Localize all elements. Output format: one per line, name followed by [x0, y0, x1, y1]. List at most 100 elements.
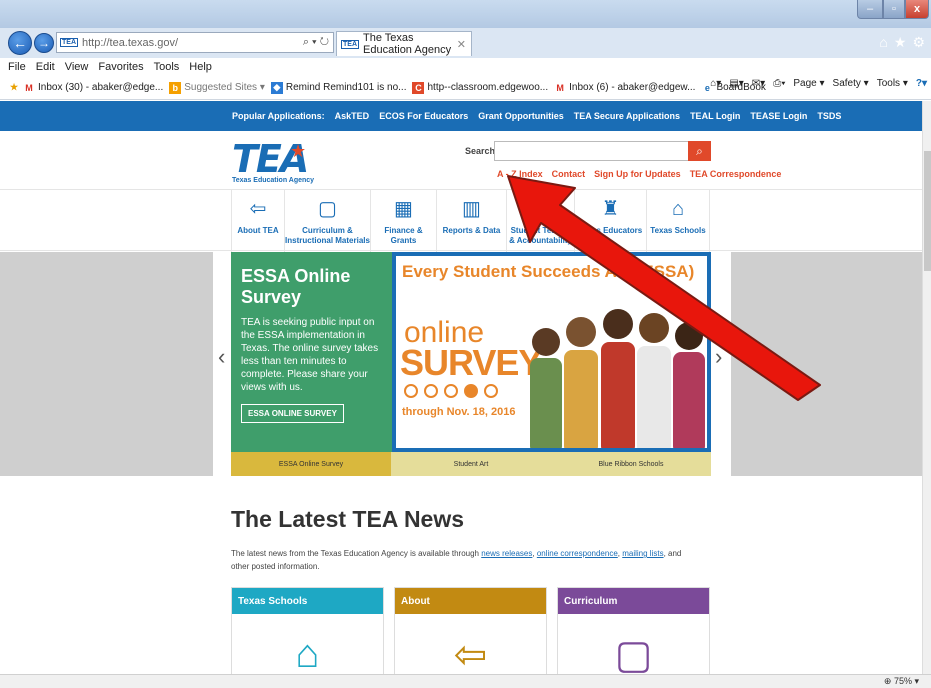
- carousel-tab-student-art[interactable]: Student Art: [391, 452, 551, 476]
- menu-bar: File Edit View Favorites Tools Help: [0, 58, 931, 76]
- link-tease[interactable]: TEASE Login: [750, 111, 807, 121]
- star-icon[interactable]: ★: [894, 34, 907, 51]
- nav-about-tea[interactable]: ⇦ About TEA: [231, 190, 284, 252]
- tea-logo[interactable]: TEA ★ Texas Education Agency: [232, 139, 315, 184]
- tab-title: The Texas Education Agency: [363, 32, 452, 56]
- book-icon: ▢: [614, 633, 653, 674]
- carousel-tab-essa[interactable]: ESSA Online Survey: [231, 452, 391, 476]
- feeds-icon[interactable]: ▤▾: [729, 78, 743, 89]
- students-photo: [530, 309, 705, 448]
- nav-finance[interactable]: ▦ Finance & Grants: [370, 190, 436, 252]
- favorite-item[interactable]: M Inbox (30) - abaker@edge...: [23, 82, 163, 94]
- card-curriculum[interactable]: Curriculum ▢: [557, 587, 710, 674]
- search-input[interactable]: [494, 141, 690, 161]
- link-sign-up[interactable]: Sign Up for Updates: [594, 169, 681, 179]
- card-about[interactable]: About ⇦: [394, 587, 547, 674]
- bing-icon: b: [169, 81, 182, 94]
- hero-survey-text: SURVEY: [400, 342, 542, 383]
- menu-view[interactable]: View: [65, 61, 89, 73]
- classroom-icon: C: [412, 81, 425, 94]
- link-tsds[interactable]: TSDS: [817, 111, 841, 121]
- nav-curriculum[interactable]: ▢ Curriculum & Instructional Materials: [284, 190, 370, 252]
- menu-edit[interactable]: Edit: [36, 61, 55, 73]
- link-news-releases[interactable]: news releases: [481, 549, 532, 558]
- link-contact[interactable]: Contact: [552, 169, 586, 179]
- browser-tab[interactable]: TEA The Texas Education Agency ✕: [336, 31, 472, 56]
- back-button[interactable]: ←: [8, 31, 32, 55]
- scrollbar-thumb[interactable]: [924, 151, 931, 271]
- star-icon: ★: [290, 141, 307, 161]
- tab-favicon: TEA: [341, 39, 359, 49]
- safety-menu[interactable]: Safety ▾: [833, 78, 869, 89]
- nav-educators[interactable]: ♜ Texas Educators: [574, 190, 646, 252]
- gmail-icon: M: [25, 82, 33, 93]
- link-secure-apps[interactable]: TEA Secure Applications: [574, 111, 680, 121]
- tab-close-icon[interactable]: ✕: [457, 38, 471, 51]
- url-text[interactable]: http://tea.texas.gov/: [82, 37, 303, 49]
- arrow-right-icon: →: [38, 36, 50, 50]
- news-description: The latest news from the Texas Education…: [231, 549, 682, 571]
- menu-favorites[interactable]: Favorites: [98, 61, 143, 73]
- favorite-item[interactable]: C http--classroom.edgewoo...: [412, 81, 548, 94]
- main-navigation: ⇦ About TEA ▢ Curriculum & Instructional…: [0, 189, 922, 252]
- search-button[interactable]: ⌕: [688, 141, 711, 161]
- forward-button[interactable]: →: [34, 33, 54, 53]
- search-refresh-icon[interactable]: ⌕ ▾ ↻: [303, 36, 333, 49]
- link-teal[interactable]: TEAL Login: [690, 111, 740, 121]
- link-a-z-index[interactable]: A - Z Index: [497, 169, 543, 179]
- help-icon[interactable]: ?▾: [916, 78, 927, 89]
- tools-menu[interactable]: Tools ▾: [877, 78, 908, 89]
- link-ecos[interactable]: ECOS For Educators: [379, 111, 468, 121]
- hero-text-panel: ESSA Online Survey TEA is seeking public…: [231, 252, 392, 452]
- home-icon[interactable]: ⌂▾: [710, 78, 721, 89]
- link-online-correspondence[interactable]: online correspondence: [537, 549, 618, 558]
- link-grants[interactable]: Grant Opportunities: [478, 111, 564, 121]
- card-texas-schools[interactable]: Texas Schools ⌂: [231, 587, 384, 674]
- menu-file[interactable]: File: [8, 61, 26, 73]
- maximize-button[interactable]: ▫: [883, 0, 905, 19]
- nav-reports[interactable]: ▥ Reports & Data: [436, 190, 506, 252]
- page-scrollbar[interactable]: [922, 101, 931, 674]
- browser-toolbar: ← → TEA http://tea.texas.gov/ ⌕ ▾ ↻ TEA …: [0, 28, 931, 58]
- favorite-item[interactable]: M Inbox (6) - abaker@edgew...: [554, 82, 695, 94]
- menu-tools[interactable]: Tools: [154, 61, 180, 73]
- mail-icon[interactable]: ✉▾: [752, 78, 765, 89]
- print-icon[interactable]: ⎙▾: [773, 78, 785, 89]
- popular-apps-label: Popular Applications:: [232, 111, 325, 121]
- bar-chart-icon: ▥: [462, 198, 481, 220]
- zoom-level[interactable]: ⊕ 75% ▾: [884, 676, 919, 687]
- clipboard-icon: ▣: [531, 198, 550, 220]
- menu-help[interactable]: Help: [189, 61, 212, 73]
- hero-image[interactable]: Every Student Succeeds Act (ESSA) online…: [392, 252, 711, 452]
- link-askted[interactable]: AskTED: [335, 111, 370, 121]
- gear-icon[interactable]: ⚙: [912, 34, 925, 51]
- link-correspondence[interactable]: TEA Correspondence: [690, 169, 782, 179]
- school-icon: ⌂: [295, 632, 320, 674]
- add-favorite-star-icon[interactable]: ★: [8, 82, 20, 94]
- browser-right-icons: ⌂ ★ ⚙: [879, 34, 925, 51]
- remind-icon: ◆: [270, 81, 283, 94]
- carousel-tab-blue-ribbon[interactable]: Blue Ribbon Schools: [551, 452, 711, 476]
- gmail-icon: M: [556, 82, 564, 93]
- favorite-item[interactable]: ◆ Remind Remind101 is no...: [270, 81, 406, 94]
- search-icon: ⌕: [696, 143, 703, 158]
- carousel-prev-icon[interactable]: ‹: [218, 344, 225, 370]
- minimize-button[interactable]: –: [857, 0, 883, 19]
- address-bar[interactable]: TEA http://tea.texas.gov/ ⌕ ▾ ↻: [56, 32, 334, 53]
- page-menu[interactable]: Page ▾: [793, 78, 824, 89]
- utility-links: A - Z Index Contact Sign Up for Updates …: [497, 169, 781, 179]
- nav-testing[interactable]: ▣ Student Testing & Accountability: [506, 190, 574, 252]
- nav-schools[interactable]: ⌂ Texas Schools: [646, 190, 710, 252]
- carousel-next-icon[interactable]: ›: [715, 344, 722, 370]
- favorite-item[interactable]: b Suggested Sites ▾: [169, 81, 265, 94]
- home-icon[interactable]: ⌂: [879, 34, 887, 51]
- essa-survey-button[interactable]: ESSA ONLINE SURVEY: [241, 404, 344, 423]
- hero-description: TEA is seeking public input on the ESSA …: [241, 317, 379, 393]
- close-window-button[interactable]: x: [905, 0, 929, 19]
- link-mailing-lists[interactable]: mailing lists: [622, 549, 663, 558]
- news-heading: The Latest TEA News: [231, 506, 465, 532]
- logo-subtitle: Texas Education Agency: [232, 177, 315, 184]
- arrow-left-icon: ←: [13, 35, 27, 51]
- school-icon: ⌂: [671, 198, 685, 220]
- window-titlebar: – ▫ x: [0, 0, 931, 28]
